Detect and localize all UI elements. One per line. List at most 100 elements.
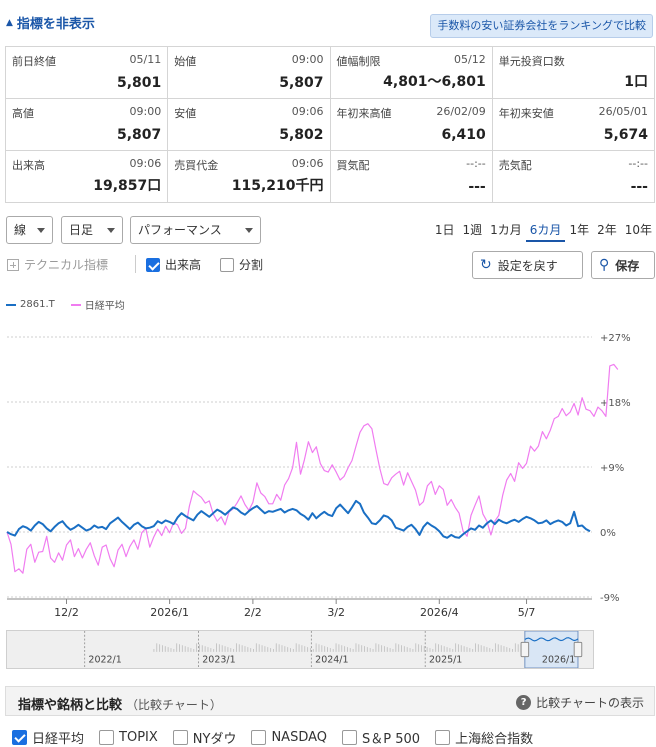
stat-value: 4,801～6,801 <box>383 74 486 90</box>
compare-help-link[interactable]: ? 比較チャートの表示 <box>516 694 644 711</box>
stat-label: 年初来安値 <box>498 107 554 120</box>
y-tick-label: -9% <box>600 593 619 604</box>
reset-settings-button[interactable]: ↻ 設定を戻す <box>472 251 583 279</box>
compare-items: 日経平均 TOPIX NYダウ NASDAQ S＆P 500 上海総合指数 <box>12 728 548 747</box>
compare-title-text: 指標や銘柄と比較 <box>18 698 123 713</box>
stat-label: 買気配 <box>336 159 370 172</box>
stat-value: 5,801 <box>116 75 162 91</box>
period-tabs: 1日 1週 1カ月 6カ月 1年 2年 10年 <box>431 221 656 242</box>
volume-label: 出来高 <box>165 258 202 272</box>
split-checkbox[interactable]: 分割 <box>220 256 263 273</box>
stat-label: 安値 <box>174 107 197 120</box>
compare-item[interactable]: S＆P 500 <box>342 728 420 747</box>
stat-value: 115,210千円 <box>231 178 324 194</box>
stat-value: 6,410 <box>441 127 486 143</box>
stat-label: 売買代金 <box>174 159 219 172</box>
refresh-icon: ↻ <box>480 257 492 273</box>
chart-type-value: 線 <box>14 223 27 237</box>
compare-subtitle: （比較チャート） <box>126 698 222 712</box>
hide-indicators-label: 指標を非表示 <box>16 17 95 32</box>
checkbox-unchecked-icon <box>435 730 451 745</box>
question-icon: ? <box>516 695 532 710</box>
stat-cell: 買気配 --:-- --- <box>330 151 493 203</box>
hide-indicators-toggle[interactable]: ▲ 指標を非表示 <box>6 13 95 32</box>
stat-cell: 年初来安値 26/05/01 5,674 <box>492 99 655 151</box>
period-tab[interactable]: 6カ月 <box>525 221 566 242</box>
y-tick-label: +18% <box>600 398 631 409</box>
compare-item-label: NASDAQ <box>271 730 328 745</box>
paperclip-icon: ⚲ <box>599 257 610 273</box>
period-tab[interactable]: 1週 <box>459 221 487 242</box>
y-tick-label: 0% <box>600 528 616 539</box>
stats-row: 出来高 09:06 19,857口 売買代金 09:06 115,210千円 買気配 --:-… <box>6 151 655 203</box>
stats-row: 前日終値 05/11 5,801 始値 09:00 5,807 値幅制限 05/12 4,801… <box>6 47 655 99</box>
stat-label: 前日終値 <box>12 55 56 68</box>
plus-icon <box>7 258 19 271</box>
x-tick-label: 2/2 <box>244 606 262 619</box>
stat-time: 05/12 <box>454 53 486 66</box>
nav-handle[interactable] <box>573 641 583 658</box>
stat-label: 始値 <box>174 55 197 68</box>
volume-checkbox[interactable]: 出来高 <box>146 256 201 273</box>
range-navigator[interactable]: 2022/12023/12024/12025/12026/12026/1 <box>6 630 594 669</box>
stats-table: 前日終値 05/11 5,801 始値 09:00 5,807 値幅制限 05/12 4,801… <box>5 46 655 203</box>
period-tab[interactable]: 2年 <box>593 221 621 242</box>
stat-cell: 売気配 --:-- --- <box>492 151 655 203</box>
stat-cell: 出来高 09:06 19,857口 <box>6 151 169 203</box>
stats-row: 高値 09:00 5,807 安値 09:06 5,802 年初来高値 26/02/09 6,4… <box>6 99 655 151</box>
stat-cell: 前日終値 05/11 5,801 <box>6 47 169 99</box>
x-tick-label: 3/2 <box>327 606 345 619</box>
interval-select[interactable]: 日足 <box>61 216 123 244</box>
period-tab[interactable]: 1カ月 <box>486 221 526 242</box>
nav-label: 2026/1 <box>542 654 575 665</box>
broker-ranking-link[interactable]: 手数料の安い証券会社をランキングで比較 <box>430 14 653 38</box>
save-button[interactable]: ⚲ 保存 <box>591 251 655 279</box>
triangle-up-icon: ▲ <box>6 17 13 28</box>
checkbox-unchecked-icon <box>251 730 267 745</box>
technical-indicator-toggle[interactable]: テクニカル指標 <box>7 256 108 273</box>
period-tab[interactable]: 10年 <box>621 221 656 242</box>
mode-select[interactable]: パフォーマンス <box>130 216 261 244</box>
stat-label: 単元投資口数 <box>498 55 565 68</box>
stat-time: 09:06 <box>129 157 162 170</box>
stat-time: 09:06 <box>291 105 324 118</box>
compare-item[interactable]: 日経平均 <box>12 728 84 747</box>
stat-time: --:-- <box>628 157 648 170</box>
stat-label: 出来高 <box>12 159 45 172</box>
stat-value: --- <box>468 179 486 195</box>
stat-value: 1口 <box>624 74 648 90</box>
period-tab[interactable]: 1年 <box>565 221 593 242</box>
stat-time: 09:00 <box>129 105 162 118</box>
stat-time: 09:06 <box>291 157 324 170</box>
chart-type-select[interactable]: 線 <box>6 216 53 244</box>
compare-item[interactable]: 上海総合指数 <box>435 728 533 747</box>
checkbox-checked-icon <box>12 730 27 745</box>
split-label: 分割 <box>239 258 264 272</box>
y-tick-label: +9% <box>600 463 624 474</box>
compare-item-label: S＆P 500 <box>362 732 421 747</box>
compare-item-label: TOPIX <box>119 730 158 745</box>
compare-item[interactable]: NYダウ <box>172 728 236 747</box>
chevron-down-icon <box>245 228 253 233</box>
compare-item[interactable]: NASDAQ <box>251 728 327 747</box>
nav-label: 2023/1 <box>202 654 235 665</box>
nav-handle[interactable] <box>520 641 530 658</box>
performance-chart[interactable]: +27% +18% +9% 0% -9% 12/2 2026/1 2/2 3/2 2026/4 5/… <box>0 288 656 628</box>
series-line <box>6 499 591 539</box>
nav-label: 2025/1 <box>429 654 462 665</box>
interval-value: 日足 <box>69 223 94 237</box>
compare-item[interactable]: TOPIX <box>99 728 158 747</box>
compare-title: 指標や銘柄と比較 （比較チャート） <box>18 694 222 713</box>
stat-cell: 安値 09:06 5,802 <box>168 99 331 151</box>
reset-settings-label: 設定を戻す <box>497 258 558 273</box>
period-tab[interactable]: 1日 <box>431 221 459 242</box>
checkbox-unchecked-icon <box>172 730 188 745</box>
x-tick-label: 2026/4 <box>420 606 459 619</box>
stat-value: 19,857口 <box>93 178 162 194</box>
x-tick-label: 2026/1 <box>150 606 189 619</box>
x-tick-label: 5/7 <box>518 606 536 619</box>
stat-cell: 値幅制限 05/12 4,801～6,801 <box>330 47 493 99</box>
checkbox-unchecked-icon <box>220 257 234 272</box>
stat-time: --:-- <box>466 157 486 170</box>
compare-header: 指標や銘柄と比較 （比較チャート） ? 比較チャートの表示 <box>5 686 655 716</box>
